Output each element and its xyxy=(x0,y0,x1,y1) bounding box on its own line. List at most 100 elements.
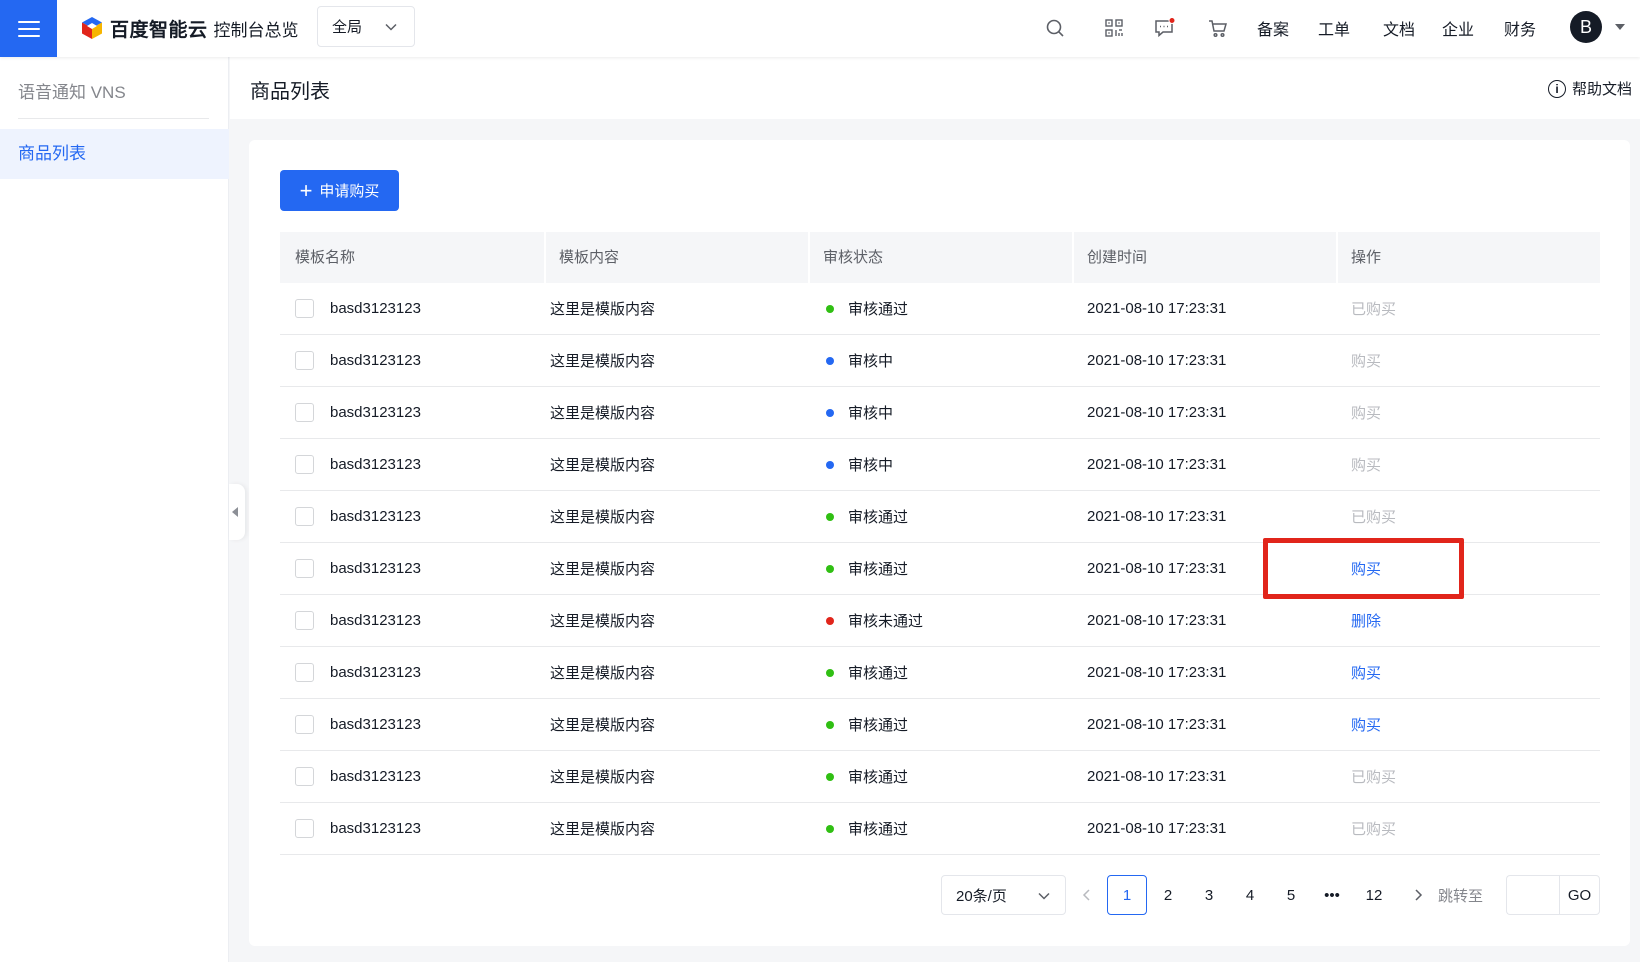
status-dot-icon xyxy=(826,512,834,521)
row-checkbox[interactable] xyxy=(295,299,314,318)
created-time: 2021-08-10 17:23:31 xyxy=(1087,664,1227,681)
created-time: 2021-08-10 17:23:31 xyxy=(1087,404,1227,421)
apply-purchase-button[interactable]: + 申请购买 xyxy=(280,170,399,211)
page-size-select[interactable]: 20条/页 xyxy=(941,875,1066,915)
cell-time: 2021-08-10 17:23:31 xyxy=(1072,387,1336,439)
cell-action: 已购买 xyxy=(1336,491,1600,543)
cell-content: 这里是模版内容 xyxy=(544,491,808,543)
go-button[interactable]: GO xyxy=(1559,875,1600,915)
chevron-down-icon xyxy=(1038,892,1050,900)
cart-icon[interactable] xyxy=(1205,15,1231,41)
row-action-link[interactable]: 删除 xyxy=(1351,610,1381,631)
created-time: 2021-08-10 17:23:31 xyxy=(1087,508,1227,525)
nav-docs[interactable]: 文档 xyxy=(1383,16,1415,40)
cell-action: 购买 xyxy=(1336,387,1600,439)
jump-page-input[interactable] xyxy=(1506,875,1559,915)
nav-enterprise[interactable]: 企业 xyxy=(1442,16,1474,40)
row-action-link[interactable]: 购买 xyxy=(1351,662,1381,683)
created-time: 2021-08-10 17:23:31 xyxy=(1087,820,1227,837)
info-icon: i xyxy=(1547,79,1566,98)
created-time: 2021-08-10 17:23:31 xyxy=(1087,768,1227,785)
column-header-name: 模板名称 xyxy=(295,249,356,266)
template-name: basd3123123 xyxy=(330,560,421,577)
cell-time: 2021-08-10 17:23:31 xyxy=(1072,283,1336,335)
status-dot-icon xyxy=(826,720,834,729)
cell-name: basd3123123 xyxy=(280,283,544,335)
nav-finance[interactable]: 财务 xyxy=(1504,16,1536,40)
help-docs-link[interactable]: i 帮助文档 xyxy=(1547,78,1632,99)
qrcode-icon[interactable] xyxy=(1101,15,1127,41)
template-content: 这里是模版内容 xyxy=(550,821,656,838)
chevron-right-icon xyxy=(1415,889,1423,901)
row-checkbox[interactable] xyxy=(295,507,314,526)
cell-content: 这里是模版内容 xyxy=(544,283,808,335)
column-header-time: 创建时间 xyxy=(1072,232,1336,283)
cell-content: 这里是模版内容 xyxy=(544,595,808,647)
cell-time: 2021-08-10 17:23:31 xyxy=(1072,751,1336,803)
page-ellipsis[interactable]: ••• xyxy=(1312,875,1352,915)
page-number-button[interactable]: 5 xyxy=(1271,875,1311,915)
page-number-button[interactable]: 12 xyxy=(1354,875,1394,915)
nav-ticket[interactable]: 工单 xyxy=(1318,16,1350,40)
user-avatar[interactable]: B xyxy=(1570,11,1602,43)
created-time: 2021-08-10 17:23:31 xyxy=(1087,352,1227,369)
sidebar-item-product-list[interactable]: 商品列表 xyxy=(0,129,229,179)
console-overview-link[interactable]: 控制台总览 xyxy=(214,16,299,41)
help-docs-label: 帮助文档 xyxy=(1571,81,1632,98)
cell-content: 这里是模版内容 xyxy=(544,335,808,387)
cell-action: 已购买 xyxy=(1336,803,1600,855)
created-time: 2021-08-10 17:23:31 xyxy=(1087,612,1227,629)
row-action-link: 购买 xyxy=(1351,457,1382,474)
row-checkbox[interactable] xyxy=(295,403,314,422)
message-icon[interactable] xyxy=(1152,15,1178,41)
created-time: 2021-08-10 17:23:31 xyxy=(1087,560,1227,577)
cell-name: basd3123123 xyxy=(280,335,544,387)
logo[interactable]: 百度智能云 控制台总览 xyxy=(80,14,299,42)
row-checkbox[interactable] xyxy=(295,611,314,630)
top-bar: 百度智能云 控制台总览 全局 备案 工单 文档 企业 财务 B xyxy=(0,0,1640,57)
row-action-link[interactable]: 购买 xyxy=(1351,714,1381,735)
page-number-button[interactable]: 4 xyxy=(1230,875,1270,915)
row-checkbox[interactable] xyxy=(295,819,314,838)
nav-beian[interactable]: 备案 xyxy=(1257,16,1289,40)
cell-status: 审核中 xyxy=(808,335,1072,387)
prev-page-button[interactable] xyxy=(1067,875,1107,915)
row-action-link: 已购买 xyxy=(1351,769,1397,786)
search-icon[interactable] xyxy=(1042,15,1068,41)
page-number-button[interactable]: 2 xyxy=(1148,875,1188,915)
status-text: 审核通过 xyxy=(848,561,909,578)
row-checkbox[interactable] xyxy=(295,715,314,734)
cell-status: 审核通过 xyxy=(808,283,1072,335)
row-checkbox[interactable] xyxy=(295,663,314,682)
template-name: basd3123123 xyxy=(330,352,421,369)
table-row: basd3123123 这里是模版内容 审核中 2021-08-10 17:23:31… xyxy=(280,439,1600,491)
created-time: 2021-08-10 17:23:31 xyxy=(1087,716,1227,733)
cell-name: basd3123123 xyxy=(280,595,544,647)
template-content: 这里是模版内容 xyxy=(550,405,656,422)
status-dot-icon xyxy=(826,616,834,625)
cell-status: 审核通过 xyxy=(808,751,1072,803)
cell-time: 2021-08-10 17:23:31 xyxy=(1072,595,1336,647)
row-action-link[interactable]: 购买 xyxy=(1351,558,1381,579)
page-number-button[interactable]: 1 xyxy=(1107,875,1147,915)
cell-time: 2021-08-10 17:23:31 xyxy=(1072,647,1336,699)
cell-status: 审核未通过 xyxy=(808,595,1072,647)
row-checkbox[interactable] xyxy=(295,559,314,578)
sidebar-collapse-handle[interactable] xyxy=(229,484,245,540)
row-checkbox[interactable] xyxy=(295,767,314,786)
cell-action: 已购买 xyxy=(1336,283,1600,335)
caret-down-icon[interactable] xyxy=(1615,24,1625,30)
next-page-button[interactable] xyxy=(1398,875,1438,915)
cell-content: 这里是模版内容 xyxy=(544,387,808,439)
hamburger-menu-button[interactable] xyxy=(0,0,57,57)
region-select[interactable]: 全局 xyxy=(317,6,415,47)
table-header: 模板名称 模板内容 审核状态 创建时间 操作 xyxy=(280,232,1600,283)
page-number-button[interactable]: 3 xyxy=(1189,875,1229,915)
status-text: 审核通过 xyxy=(848,769,909,786)
cell-content: 这里是模版内容 xyxy=(544,543,808,595)
row-checkbox[interactable] xyxy=(295,351,314,370)
row-checkbox[interactable] xyxy=(295,455,314,474)
cell-action: 购买 xyxy=(1336,647,1600,699)
cell-time: 2021-08-10 17:23:31 xyxy=(1072,335,1336,387)
status-dot-icon xyxy=(826,824,834,833)
